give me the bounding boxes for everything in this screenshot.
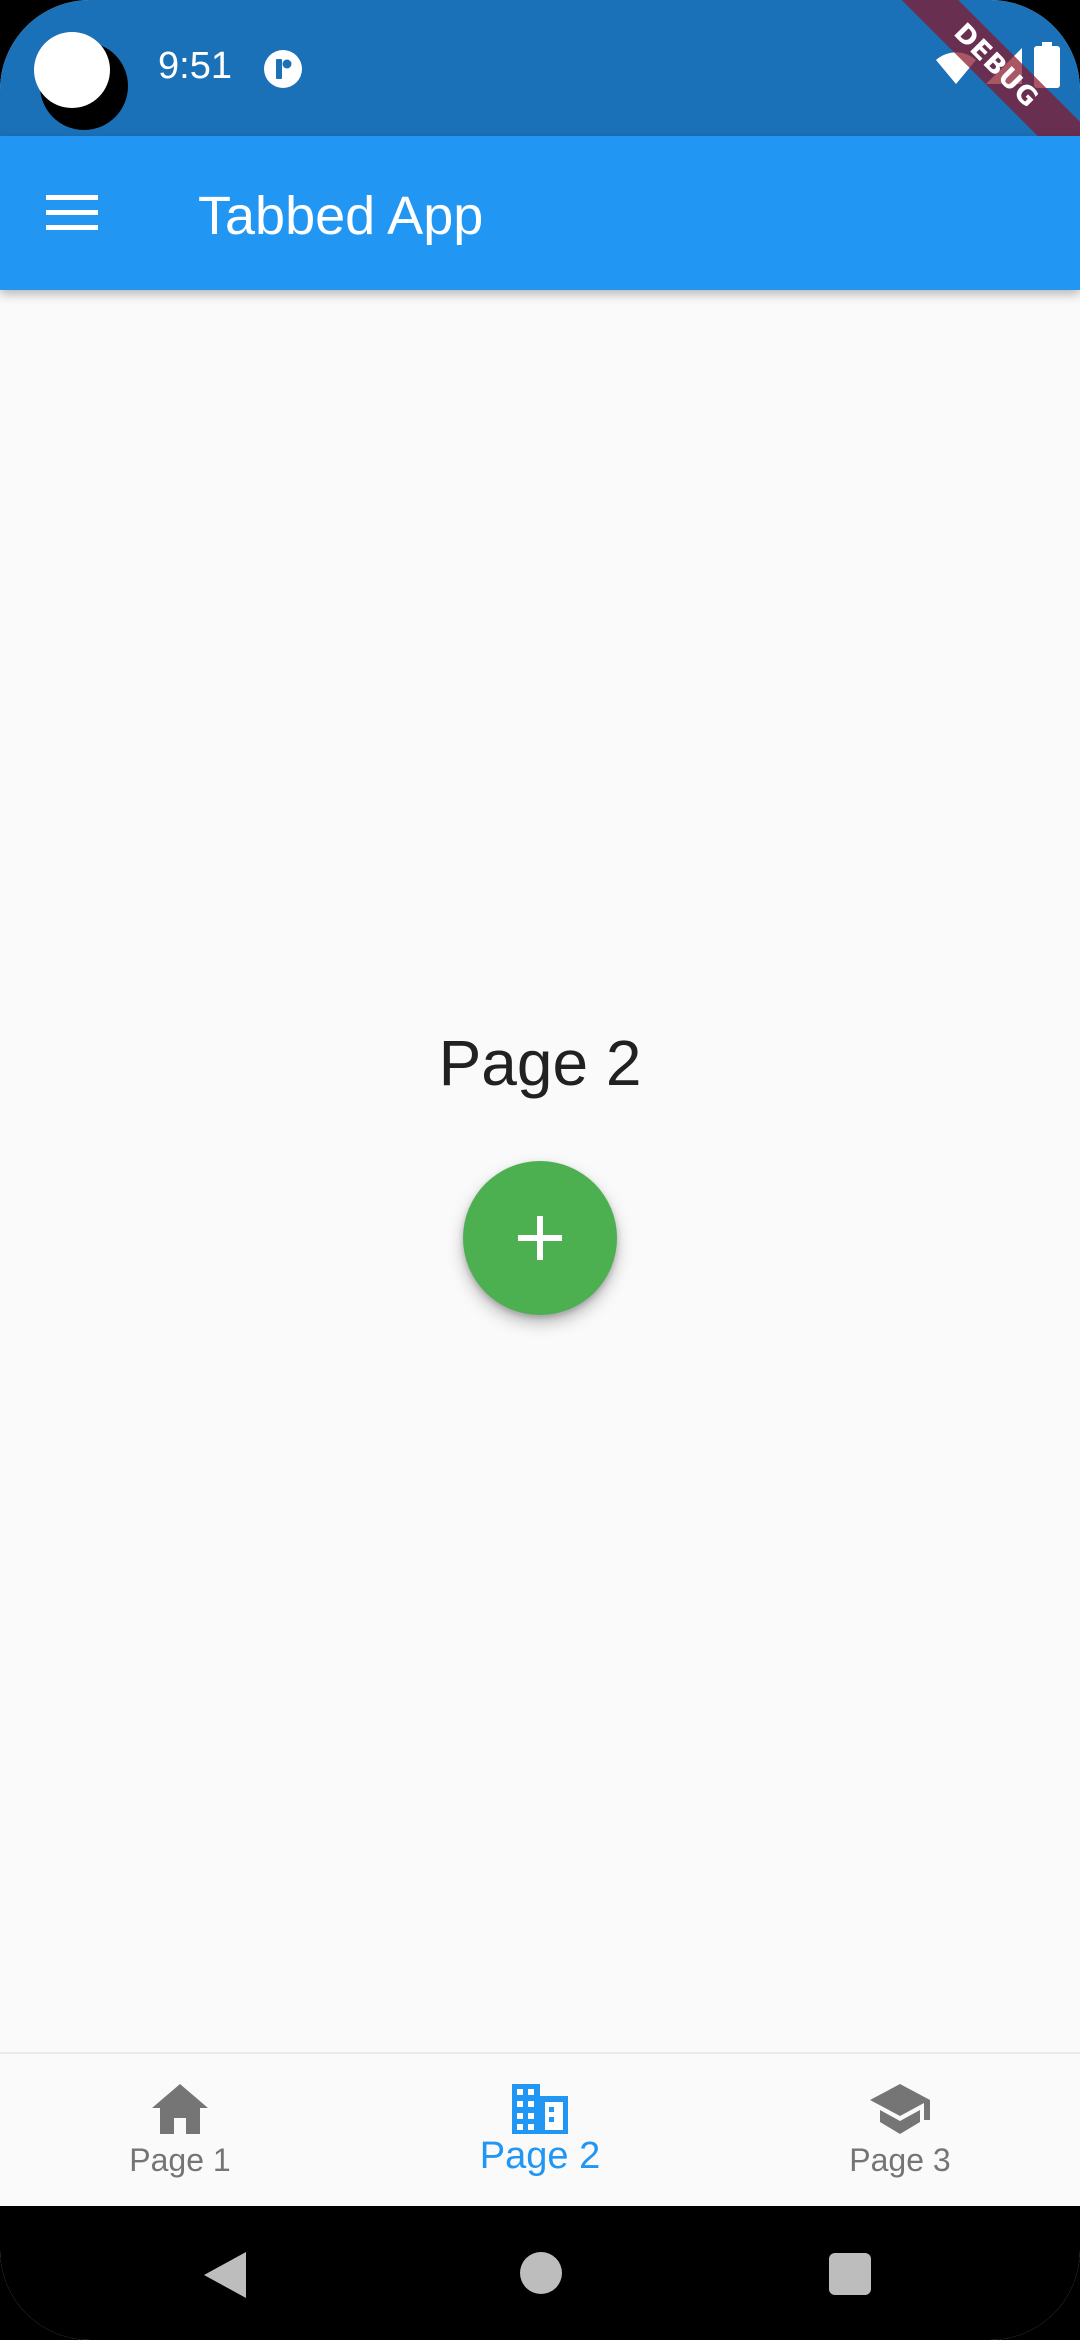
camera-cutout (34, 32, 130, 130)
menu-icon (46, 195, 98, 230)
school-icon (870, 2084, 930, 2134)
nav-label: Page 3 (849, 2142, 951, 2178)
recents-icon[interactable] (829, 2253, 871, 2295)
home-circle-icon[interactable] (520, 2252, 562, 2294)
status-time: 9:51 (158, 45, 232, 87)
system-navigation-bar (0, 2206, 1080, 2340)
app-bar: Tabbed App (0, 136, 1080, 290)
nav-item-page-3[interactable]: Page 3 (720, 2054, 1080, 2208)
plus-icon (518, 1216, 562, 1260)
page-body: Page 2 (0, 290, 1080, 2052)
signal-icon (986, 48, 1022, 84)
device-screen: 9:51 DEBUG Tabbed App Page 2 Page 1 Page… (0, 0, 1080, 2340)
nav-item-page-1[interactable]: Page 1 (0, 2054, 360, 2208)
business-icon (512, 2084, 568, 2134)
app-title: Tabbed App (198, 186, 484, 246)
battery-icon (1034, 42, 1060, 88)
wifi-icon (936, 52, 976, 84)
add-button[interactable] (463, 1161, 617, 1315)
home-icon (152, 2084, 208, 2134)
notification-icon (264, 50, 302, 88)
bottom-navigation: Page 1 Page 2 Page 3 (0, 2052, 1080, 2208)
back-icon[interactable] (200, 2250, 250, 2300)
nav-item-page-2[interactable]: Page 2 (360, 2054, 720, 2208)
page-heading: Page 2 (438, 1027, 642, 1099)
menu-button[interactable] (28, 169, 116, 257)
status-bar: 9:51 DEBUG (0, 0, 1080, 187)
nav-label: Page 2 (479, 2135, 601, 2177)
nav-label: Page 1 (129, 2142, 231, 2178)
